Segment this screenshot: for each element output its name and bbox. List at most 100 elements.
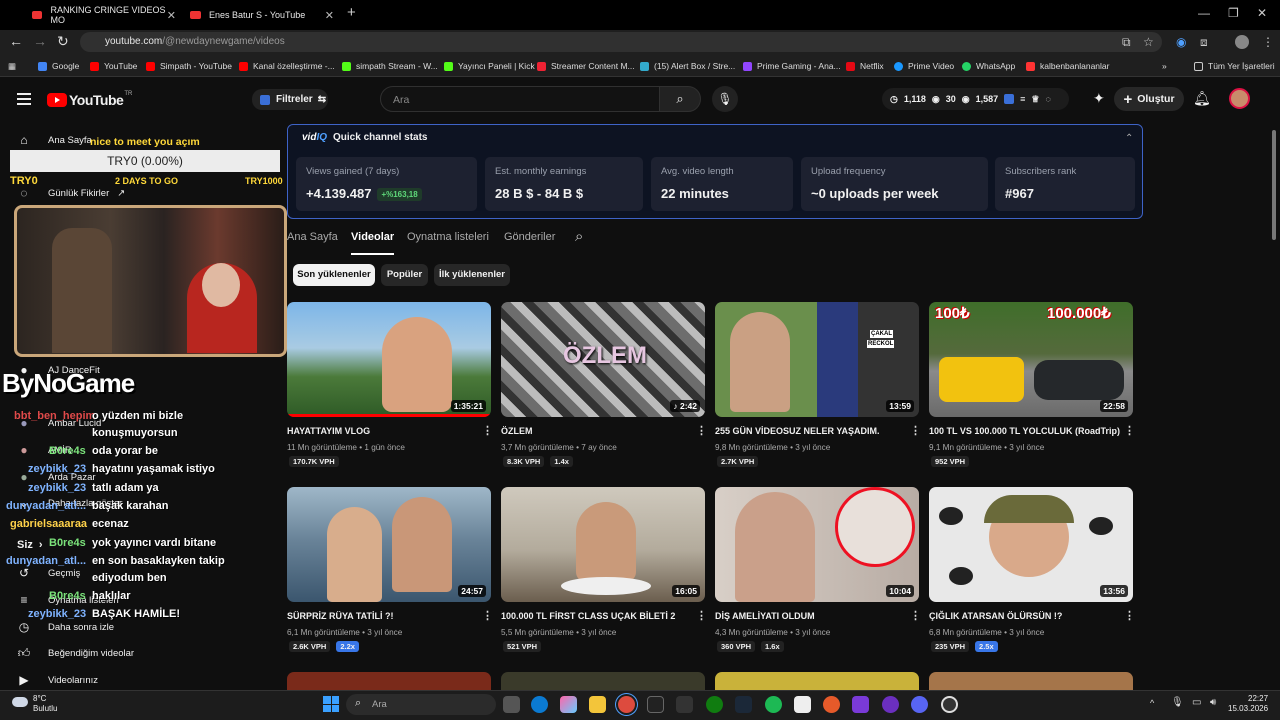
video-thumbnail[interactable]: 16:05 bbox=[501, 487, 705, 602]
weather-widget[interactable]: 8°C Bulutlu bbox=[33, 694, 57, 714]
sidebar-item-your-videos[interactable]: ▶ Videolarınız bbox=[17, 673, 98, 687]
video-thumbnail[interactable] bbox=[715, 672, 919, 690]
video-thumbnail[interactable]: 24:57 bbox=[287, 487, 491, 602]
bookmark-netflix[interactable]: Netflix bbox=[846, 61, 884, 71]
bookmark-youtube[interactable]: YouTube bbox=[90, 61, 137, 71]
video-title[interactable]: HAYATTAYIM VLOG bbox=[287, 426, 370, 436]
close-tab-icon[interactable]: ✕ bbox=[167, 9, 176, 22]
clipchamp-icon[interactable] bbox=[852, 696, 869, 713]
video-title[interactable]: DİŞ AMELİYATI OLDUM bbox=[715, 611, 815, 621]
tab-videos[interactable]: Videolar bbox=[351, 231, 395, 255]
minimize-icon[interactable]: — bbox=[1198, 6, 1210, 20]
tray-overflow-icon[interactable]: ^ bbox=[1150, 698, 1154, 708]
bookmark-kick-panel[interactable]: Yayıncı Paneli | Kick bbox=[444, 61, 535, 71]
youtube-logo[interactable]: YouTube TR bbox=[47, 91, 132, 108]
steam-icon[interactable] bbox=[735, 696, 752, 713]
extension-icon[interactable]: ◉ bbox=[1176, 35, 1186, 49]
search-button[interactable]: ⌕ bbox=[659, 86, 701, 112]
bookmark-kalbenbanlananlar[interactable]: kalbenbanlananlar bbox=[1026, 61, 1109, 71]
tab-home[interactable]: Ana Sayfa bbox=[287, 231, 338, 243]
video-title[interactable]: ÖZLEM bbox=[501, 426, 533, 436]
bookmark-simpath[interactable]: Simpath - YouTube bbox=[146, 61, 232, 71]
close-tab-icon[interactable]: ✕ bbox=[325, 9, 334, 22]
bookmark-alert-box[interactable]: (15) Alert Box / Stre... bbox=[640, 61, 735, 71]
sidebar-item-liked[interactable]: 👍︎ Beğendiğim videolar bbox=[17, 646, 134, 661]
chip-oldest[interactable]: İlk yüklenenler bbox=[434, 264, 510, 286]
puzzle-icon[interactable]: ⧈ bbox=[1200, 35, 1208, 50]
menu-kebab-icon[interactable]: ⋮ bbox=[1262, 35, 1274, 49]
reload-icon[interactable]: ↻ bbox=[57, 33, 69, 50]
capcut-icon[interactable] bbox=[794, 696, 811, 713]
video-title[interactable]: 100.000 TL FİRST CLASS UÇAK BİLETİ 2 bbox=[501, 611, 675, 621]
bookmark-prime-gaming[interactable]: Prime Gaming - Ana... bbox=[743, 61, 841, 71]
chrome-icon[interactable] bbox=[618, 696, 635, 713]
video-menu-icon[interactable]: ⋮ bbox=[696, 609, 707, 622]
browser-tab[interactable]: RANKING CRINGE VIDEOS MO ✕ bbox=[32, 4, 176, 26]
create-button[interactable]: + Oluştur bbox=[1114, 87, 1184, 111]
video-thumbnail[interactable]: 1:35:21 bbox=[287, 302, 491, 417]
video-thumbnail[interactable] bbox=[501, 672, 705, 690]
chip-latest[interactable]: Son yüklenenler bbox=[293, 264, 375, 286]
file-explorer-icon[interactable] bbox=[589, 696, 606, 713]
bookmark-whatsapp[interactable]: WhatsApp bbox=[962, 61, 1015, 71]
display-icon[interactable]: ▭ bbox=[1192, 697, 1201, 708]
epic-games-icon[interactable] bbox=[647, 696, 664, 713]
apps-grid-icon[interactable]: ▦ bbox=[8, 61, 16, 72]
sidebar-item-daily-ideas[interactable]: ◌ Günlük Fikirler ↗ bbox=[17, 186, 125, 200]
video-title[interactable]: 255 GÜN VİDEOSUZ NELER YAŞADIM. bbox=[715, 426, 880, 436]
filters-button[interactable]: Filtreler ⇆ bbox=[252, 89, 328, 110]
user-avatar[interactable] bbox=[1229, 88, 1250, 109]
sidebar-section-you[interactable]: Siz › bbox=[17, 539, 43, 551]
video-menu-icon[interactable]: ⋮ bbox=[910, 609, 921, 622]
video-thumbnail[interactable] bbox=[929, 672, 1133, 690]
video-title[interactable]: 100 TL VS 100.000 TL YOLCULUK (RoadTrip) bbox=[929, 426, 1120, 436]
video-thumbnail[interactable]: 13:56 bbox=[929, 487, 1133, 602]
video-menu-icon[interactable]: ⋮ bbox=[1124, 424, 1135, 437]
tab-posts[interactable]: Gönderiler bbox=[504, 231, 555, 243]
maximize-icon[interactable]: ❐ bbox=[1228, 6, 1239, 20]
app-icon[interactable] bbox=[823, 696, 840, 713]
edge-icon[interactable] bbox=[531, 696, 548, 713]
windows-start-icon[interactable] bbox=[323, 696, 339, 712]
back-icon[interactable]: ← bbox=[9, 33, 23, 49]
video-menu-icon[interactable]: ⋮ bbox=[482, 609, 493, 622]
discord-icon[interactable] bbox=[911, 696, 928, 713]
video-menu-icon[interactable]: ⋮ bbox=[1124, 609, 1135, 622]
tab-playlists[interactable]: Oynatma listeleri bbox=[407, 231, 489, 243]
search-input[interactable]: Ara bbox=[380, 86, 660, 112]
taskbar-clock[interactable]: 22:27 15.03.2026 bbox=[1228, 694, 1268, 714]
sidebar-item-home[interactable]: ⌂ Ana Sayfa bbox=[17, 133, 91, 147]
vidiq-extension-icon[interactable]: ✦ bbox=[1093, 90, 1105, 107]
video-thumbnail[interactable]: ÖZLEM ♪ 2:42 bbox=[501, 302, 705, 417]
obs-icon[interactable] bbox=[941, 696, 958, 713]
more-bookmarks-icon[interactable]: » bbox=[1162, 61, 1167, 71]
video-title[interactable]: SÜRPRİZ RÜYA TATİLİ ?! bbox=[287, 611, 394, 621]
chip-popular[interactable]: Popüler bbox=[381, 264, 428, 286]
browser-tab-active[interactable]: Enes Batur S - YouTube ✕ bbox=[190, 4, 334, 26]
bookmark-star-icon[interactable]: ☆ bbox=[1143, 35, 1154, 49]
video-menu-icon[interactable]: ⋮ bbox=[482, 424, 493, 437]
bookmark-prime-video[interactable]: Prime Video bbox=[894, 61, 954, 71]
install-icon[interactable]: ⧉ bbox=[1122, 35, 1131, 50]
video-thumbnail[interactable]: 10:04 bbox=[715, 487, 919, 602]
video-thumbnail[interactable]: ÇAKAL RECKOL 13:59 bbox=[715, 302, 919, 417]
vidiq-stats-pill[interactable]: ◷ 1,118 ◉ 30 ◉ 1,587 ≡ ♕ ◌ bbox=[882, 88, 1069, 110]
bookmark-streamer-content[interactable]: Streamer Content M... bbox=[537, 61, 635, 71]
profile-avatar[interactable] bbox=[1235, 35, 1249, 49]
copilot-icon[interactable] bbox=[560, 696, 577, 713]
video-menu-icon[interactable]: ⋮ bbox=[910, 424, 921, 437]
bookmark-kanal[interactable]: Kanal özelleştirme -... bbox=[239, 61, 335, 71]
amazon-icon[interactable] bbox=[676, 696, 693, 713]
collapse-chevron-icon[interactable]: ⌃ bbox=[1125, 133, 1133, 144]
bookmark-google[interactable]: Google bbox=[38, 61, 79, 71]
sidebar-item-watch-later[interactable]: ◷ Daha sonra izle bbox=[17, 620, 114, 634]
taskbar-search[interactable]: ⌕ Ara bbox=[346, 694, 496, 715]
forward-icon[interactable]: → bbox=[33, 33, 47, 49]
video-thumbnail[interactable] bbox=[287, 672, 491, 690]
sidebar-item-history[interactable]: ↺ Geçmiş bbox=[17, 566, 80, 580]
video-menu-icon[interactable]: ⋮ bbox=[696, 424, 707, 437]
new-tab-icon[interactable]: + bbox=[347, 4, 356, 21]
channel-search-icon[interactable]: ⌕ bbox=[575, 228, 583, 245]
menu-icon[interactable] bbox=[17, 93, 31, 105]
volume-icon[interactable]: 🔊︎ bbox=[1210, 697, 1216, 708]
